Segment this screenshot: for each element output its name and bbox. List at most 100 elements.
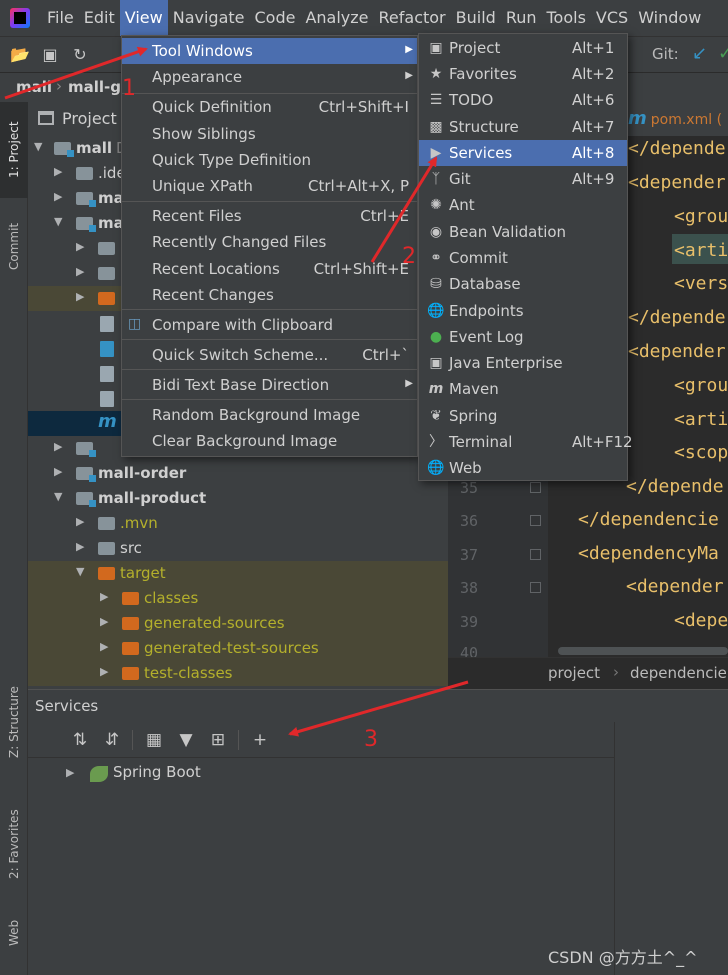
menu-item-recent-locations[interactable]: Recent Locations Ctrl+Shift+E [122,256,417,282]
menu-item-bean-validation[interactable]: ◉ Bean Validation [419,219,627,245]
menu-run[interactable]: Run [501,0,542,36]
collapsed-arrow-icon[interactable]: ▶ [76,265,84,278]
folder-icon [122,592,139,605]
save-icon[interactable]: ▣ [40,45,60,65]
menu-item-git[interactable]: ᛉ Git Alt+9 [419,166,627,192]
crumb-dependencies[interactable]: dependencie [630,664,727,682]
menu-item-compare-with-clipboard[interactable]: ◫ Compare with Clipboard [122,312,417,338]
collapse-all-icon[interactable]: ⇵ [100,728,124,752]
git-commit-icon[interactable]: ✓ [718,43,728,64]
tree-row[interactable]: ▶ src [28,536,448,561]
fold-marker-icon[interactable] [530,515,541,526]
collapsed-arrow-icon[interactable]: ▶ [66,766,74,779]
menu-code[interactable]: Code [250,0,301,36]
expanded-arrow-icon[interactable]: ▼ [54,215,62,228]
tree-row[interactable]: ▶ .mvn [28,511,448,536]
menu-view[interactable]: View [119,0,168,36]
menu-item-unique-xpath[interactable]: Unique XPath Ctrl+Alt+X, P [122,173,417,199]
collapsed-arrow-icon[interactable]: ▶ [54,165,62,178]
collapsed-arrow-icon[interactable]: ▶ [76,515,84,528]
menu-item-recently-changed-files[interactable]: Recently Changed Files [122,229,417,255]
group-by-icon[interactable]: ▦ [142,728,166,752]
horizontal-scrollbar[interactable] [558,647,728,655]
expanded-arrow-icon[interactable]: ▼ [76,565,84,578]
menu-file[interactable]: File [42,0,79,36]
fold-marker-icon[interactable] [530,482,541,493]
menu-analyze[interactable]: Analyze [300,0,373,36]
collapsed-arrow-icon[interactable]: ▶ [100,640,108,653]
menu-item-event-log[interactable]: ● Event Log [419,324,627,350]
expanded-arrow-icon[interactable]: ▼ [34,140,42,153]
menu-item-tool-windows[interactable]: Tool Windows ▶ [122,38,417,64]
menu-item-database[interactable]: ⛁ Database [419,271,627,297]
menu-item-clear-background-image[interactable]: Clear Background Image [122,428,417,454]
add-service-icon[interactable]: + [248,728,272,752]
collapsed-arrow-icon[interactable]: ▶ [76,240,84,253]
tree-row[interactable]: ▶ generated-test-sources [28,636,448,661]
menu-window[interactable]: Window [633,0,706,36]
tree-row[interactable]: ▶ test-classes [28,661,448,686]
tab-project[interactable]: 1: Project [0,102,28,198]
menu-tools[interactable]: Tools [542,0,591,36]
git-update-icon[interactable]: ↙ [692,43,707,64]
menu-item-random-background-image[interactable]: Random Background Image [122,402,417,428]
menu-item-project[interactable]: ▣ Project Alt+1 [419,35,627,61]
collapsed-arrow-icon[interactable]: ▶ [76,290,84,303]
tree-row[interactable]: ▶ classes [28,586,448,611]
menu-item-recent-files[interactable]: Recent Files Ctrl+E [122,203,417,229]
sync-icon[interactable]: ↻ [70,45,90,65]
menu-item-commit[interactable]: ⚭ Commit [419,245,627,271]
collapsed-arrow-icon[interactable]: ▶ [54,465,62,478]
fold-marker-icon[interactable] [530,549,541,560]
tab-structure[interactable]: Z: Structure [0,672,28,772]
menu-navigate[interactable]: Navigate [168,0,250,36]
collapsed-arrow-icon[interactable]: ▶ [54,190,62,203]
menu-item-web[interactable]: 🌐 Web [419,455,627,481]
tree-row[interactable]: ▶ mall-order [28,461,448,486]
collapsed-arrow-icon[interactable]: ▶ [100,590,108,603]
menu-item-services[interactable]: ▶ Services Alt+8 [419,140,627,166]
collapsed-arrow-icon[interactable]: ▶ [54,440,62,453]
tree-row[interactable]: ▼ target [28,561,448,586]
tab-web[interactable]: Web [0,908,28,958]
crumb-project[interactable]: project [548,664,600,682]
open-folder-icon[interactable]: 📂 [10,45,30,65]
menu-item-maven[interactable]: m Maven [419,376,627,402]
collapsed-arrow-icon[interactable]: ▶ [100,615,108,628]
menu-item-structure[interactable]: ▩ Structure Alt+7 [419,114,627,140]
new-tab-icon[interactable]: ⊞ [206,728,230,752]
intellij-logo-icon [10,8,30,28]
menu-item-show-siblings[interactable]: Show Siblings [122,121,417,147]
expand-all-icon[interactable]: ⇅ [68,728,92,752]
menu-item-todo[interactable]: ☰ TODO Alt+6 [419,87,627,113]
menu-item-quick-definition[interactable]: Quick Definition Ctrl+Shift+I [122,94,417,120]
project-panel-title[interactable]: Project [62,109,117,128]
menu-item-favorites[interactable]: ★ Favorites Alt+2 [419,61,627,87]
menu-item-java-enterprise[interactable]: ▣ Java Enterprise [419,350,627,376]
breadcrumb-root[interactable]: mall [16,78,52,96]
tree-row[interactable]: ▼ mall-product [28,486,448,511]
menu-item-ant[interactable]: ✺ Ant [419,192,627,218]
menu-refactor[interactable]: Refactor [374,0,451,36]
tab-pom-xml[interactable]: m pom.xml ( [628,108,722,129]
fold-marker-icon[interactable] [530,582,541,593]
menu-item-terminal[interactable]: 〉 Terminal Alt+F12 [419,429,633,455]
tab-commit[interactable]: Commit [0,206,28,286]
filter-icon[interactable]: ▼ [174,728,198,752]
menu-item-quick-switch-scheme[interactable]: Quick Switch Scheme... Ctrl+` [122,342,417,368]
submenu-arrow-icon: ▶ [405,44,413,55]
menu-item-spring[interactable]: ❦ Spring [419,403,627,429]
menu-vcs[interactable]: VCS [591,0,633,36]
menu-build[interactable]: Build [451,0,501,36]
expanded-arrow-icon[interactable]: ▼ [54,490,62,503]
menu-item-appearance[interactable]: Appearance ▶ [122,64,417,90]
tree-row[interactable]: ▶ generated-sources [28,611,448,636]
menu-item-quick-type-definition[interactable]: Quick Type Definition [122,147,417,173]
menu-item-recent-changes[interactable]: Recent Changes [122,282,417,308]
menu-edit[interactable]: Edit [79,0,120,36]
tab-favorites[interactable]: 2: Favorites [0,794,28,894]
collapsed-arrow-icon[interactable]: ▶ [76,540,84,553]
collapsed-arrow-icon[interactable]: ▶ [100,665,108,678]
menu-item-bidi-text-direction[interactable]: Bidi Text Base Direction ▶ [122,372,417,398]
menu-item-endpoints[interactable]: 🌐 Endpoints [419,298,627,324]
